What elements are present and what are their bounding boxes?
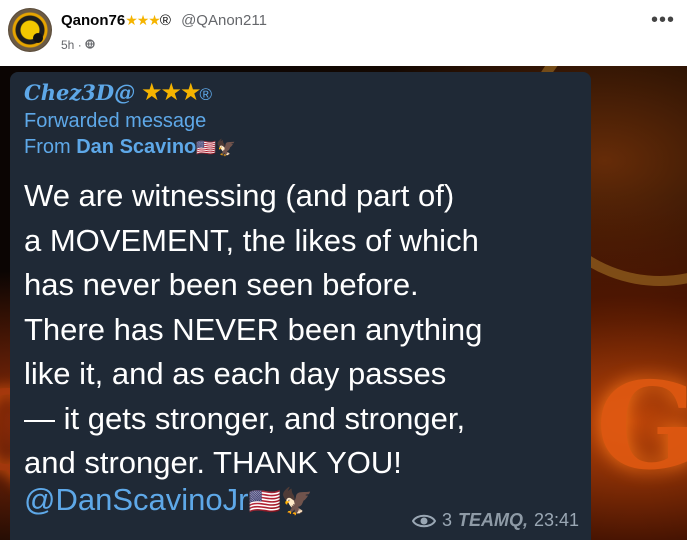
forwarded-from: From Dan Scavino🇺🇸🦅	[24, 136, 236, 159]
message-timestamp: 23:41	[533, 510, 579, 530]
post-time[interactable]: 5h	[61, 38, 74, 52]
eye-icon	[411, 514, 436, 527]
mention-us-flag-icon: 🇺🇸	[248, 486, 281, 516]
author-registered-mark: ®	[159, 12, 171, 29]
message-footer: 3 TEAMQ, 23:41	[411, 510, 579, 531]
from-name: Dan Scavino	[76, 136, 197, 158]
mention-eagle-icon: 🦅	[280, 486, 314, 516]
sender-registered-mark: ®	[199, 85, 213, 104]
sender-line: Chez3D@ ★★★®	[24, 78, 212, 107]
sender-name: Chez3D@	[24, 80, 136, 105]
avatar[interactable]	[8, 8, 52, 52]
us-flag-icon: 🇺🇸	[196, 140, 217, 157]
message-line: has never been seen before.	[24, 267, 419, 302]
message-line: We are witnessing (and part of)	[24, 178, 455, 213]
eagle-icon: 🦅	[216, 140, 237, 157]
message-line: and stronger. THANK YOU!	[24, 445, 402, 480]
author-line: Qanon76★★★® @QAnon211	[61, 12, 267, 29]
from-prefix: From	[24, 136, 71, 158]
telegram-message-bubble: Chez3D@ ★★★® Forwarded message From Dan …	[10, 72, 591, 540]
post-meta: 5h ·	[61, 38, 95, 52]
more-options-button[interactable]: •••	[651, 10, 675, 30]
view-count: 3	[441, 510, 452, 530]
message-text: We are witnessing (and part of) a MOVEME…	[24, 174, 584, 486]
forwarded-label: Forwarded message	[24, 110, 207, 132]
message-line: a MOVEMENT, the likes of which	[24, 222, 479, 258]
avatar-eye-icon	[33, 33, 43, 43]
message-line: like it, and as each day passes	[24, 356, 447, 391]
mention-line: @DanScavinoJr🇺🇸🦅	[24, 482, 313, 518]
message-line: There has NEVER been anything	[24, 311, 483, 347]
message-line: — it gets stronger, and stronger,	[24, 400, 466, 436]
mention-link: @DanScavinoJr	[24, 482, 249, 517]
post-header: Qanon76★★★® @QAnon211 5h · •••	[0, 0, 687, 66]
privacy-icon[interactable]	[85, 38, 95, 52]
fire-letter-decoration: G	[596, 356, 687, 497]
sender-stars: ★★★	[140, 79, 202, 106]
channel-name: TEAMQ,	[457, 510, 528, 530]
author-name[interactable]: Qanon76	[61, 12, 125, 29]
author-stars: ★★★	[125, 12, 161, 28]
author-handle[interactable]: @QAnon211	[181, 12, 267, 29]
more-horizontal-icon: •••	[650, 9, 675, 31]
meta-separator: ·	[77, 38, 82, 52]
